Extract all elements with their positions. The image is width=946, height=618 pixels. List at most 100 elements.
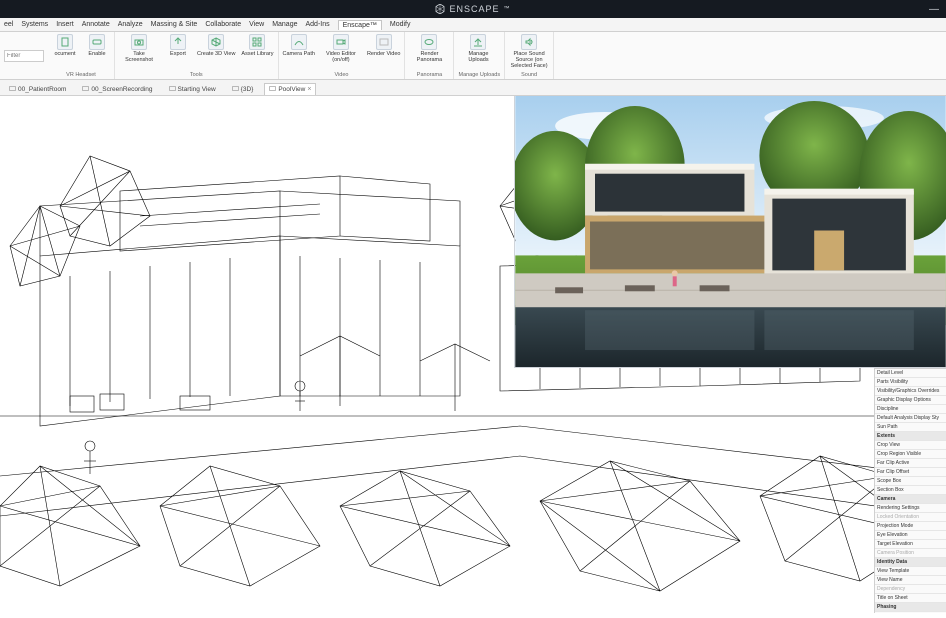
pano-icon	[421, 34, 437, 50]
menu-item-eel[interactable]: eel	[4, 21, 13, 28]
ribbon-item-label: Export	[170, 51, 186, 57]
doc-tab-00-screenrecording[interactable]: 00_ScreenRecording	[77, 83, 157, 95]
ribbon-item-label: Take Screenshot	[119, 51, 159, 63]
ribbon-item-label: Render Panorama	[409, 51, 449, 63]
sound-icon	[521, 34, 537, 50]
ribbon-ocument-button[interactable]: ocument	[52, 34, 78, 57]
prop-eye-elevation[interactable]: Eye Elevation	[875, 531, 946, 540]
ribbon-asset-library-button[interactable]: Asset Library	[241, 34, 273, 57]
prop-camera: Camera	[875, 495, 946, 504]
prop-visibility-graphics-overrides[interactable]: Visibility/Graphics Overrides	[875, 387, 946, 396]
prop-view-name[interactable]: View Name	[875, 576, 946, 585]
window-controls: —	[929, 4, 940, 15]
render-viewport[interactable]	[514, 96, 946, 368]
app-title: ENSCAPE	[449, 4, 499, 14]
prop-parts-visibility[interactable]: Parts Visibility	[875, 378, 946, 387]
menu-item-insert[interactable]: Insert	[56, 21, 74, 28]
prop-identity-data: Identity Data	[875, 558, 946, 567]
ribbon-item-label: Camera Path	[283, 51, 315, 57]
tab-label: 00_ScreenRecording	[91, 86, 152, 93]
ribbon-video-editor-on-off--button[interactable]: Video Editor (on/off)	[321, 34, 361, 63]
menu-item-modify[interactable]: Modify	[390, 21, 411, 28]
ribbon-group-label: Tools	[119, 72, 274, 78]
ribbon-group-sound: Place Sound Source (on Selected Face) Sou…	[505, 32, 554, 79]
menu-item-systems[interactable]: Systems	[21, 21, 48, 28]
ribbon-group-label: Video	[283, 72, 401, 78]
render-icon	[376, 34, 392, 50]
menu-item-analyze[interactable]: Analyze	[118, 21, 143, 28]
prop-rendering-settings[interactable]: Rendering Settings	[875, 504, 946, 513]
prop-crop-region-visible[interactable]: Crop Region Visible	[875, 450, 946, 459]
tab-label: {3D}	[241, 86, 254, 93]
prop-scope-box[interactable]: Scope Box	[875, 477, 946, 486]
prop-dependency: Dependency	[875, 585, 946, 594]
menu-item-add-ins[interactable]: Add-Ins	[305, 21, 329, 28]
ribbon-enable-button[interactable]: Enable	[84, 34, 110, 57]
prop-section-box[interactable]: Section Box	[875, 486, 946, 495]
ribbon-item-label: Video Editor (on/off)	[321, 51, 361, 63]
ribbon-group-panorama: Render PanoramaPanorama	[405, 32, 454, 79]
title-bar: ENSCAPE™ —	[0, 0, 946, 18]
camera-icon	[131, 34, 147, 50]
viewport-workspace: Detail LevelParts VisibilityVisibility/G…	[0, 96, 946, 613]
ribbon-group-vr-headset: ocumentEnableVR Headset	[48, 32, 115, 79]
ribbon-render-video-button[interactable]: Render Video	[367, 34, 401, 57]
ribbon-item-label: ocument	[54, 51, 75, 57]
view-icon	[9, 85, 16, 94]
prop-projection-mode[interactable]: Projection Mode	[875, 522, 946, 531]
doc-icon	[57, 34, 73, 50]
prop-crop-view[interactable]: Crop View	[875, 441, 946, 450]
ribbon-item-label: Create 3D View	[197, 51, 235, 57]
close-tab-icon[interactable]: ×	[307, 86, 311, 93]
ribbon-place-sound-source-on-selected-face--button[interactable]: Place Sound Source (on Selected Face)	[509, 34, 549, 69]
ribbon-take-screenshot-button[interactable]: Take Screenshot	[119, 34, 159, 63]
menu-item-manage[interactable]: Manage	[272, 21, 297, 28]
prop-target-elevation[interactable]: Target Elevation	[875, 540, 946, 549]
menu-item-annotate[interactable]: Annotate	[82, 21, 110, 28]
enscape-logo-icon	[435, 4, 445, 14]
doc-tab-00-patientroom[interactable]: 00_PatientRoom	[4, 83, 71, 95]
prop-view-template[interactable]: View Template	[875, 567, 946, 576]
ribbon-group-label: Sound	[509, 72, 549, 78]
menu-bar: eel Systems Insert Annotate Analyze Massing &…	[0, 18, 946, 32]
doc-tab-poolview[interactable]: PoolView×	[264, 83, 316, 95]
uploads-icon	[470, 34, 486, 50]
prop-default-analysis-display-sty[interactable]: Default Analysis Display Sty	[875, 414, 946, 423]
assets-icon	[249, 34, 265, 50]
view-icon	[169, 85, 176, 94]
ribbon-item-label: Enable	[88, 51, 105, 57]
doc-tab--3d-[interactable]: {3D}	[227, 83, 259, 95]
menu-item-enscape-[interactable]: Enscape™	[338, 20, 382, 30]
ribbon-manage-uploads-button[interactable]: Manage Uploads	[458, 34, 498, 63]
app-logo: ENSCAPE™	[435, 4, 510, 14]
export-icon	[170, 34, 186, 50]
prop-sun-path[interactable]: Sun Path	[875, 423, 946, 432]
ribbon-toolbar: ocumentEnableVR HeadsetTake ScreenshotEx…	[0, 32, 946, 80]
properties-panel[interactable]: Detail LevelParts VisibilityVisibility/G…	[874, 368, 946, 613]
ribbon-item-label: Manage Uploads	[458, 51, 498, 63]
menu-item-massing-site[interactable]: Massing & Site	[151, 21, 198, 28]
prop-detail-level[interactable]: Detail Level	[875, 369, 946, 378]
ribbon-item-label: Render Video	[367, 51, 401, 57]
prop-phasing: Phasing	[875, 603, 946, 612]
view3d-icon	[208, 34, 224, 50]
ribbon-create-3d-view-button[interactable]: Create 3D View	[197, 34, 235, 57]
minimize-button[interactable]: —	[929, 4, 940, 15]
ribbon-group-tools: Take Screenshot Export Create 3D View Asset…	[115, 32, 279, 79]
ribbon-render-panorama-button[interactable]: Render Panorama	[409, 34, 449, 63]
ribbon-camera-path-button[interactable]: Camera Path	[283, 34, 315, 57]
ribbon-item-label: Place Sound Source (on Selected Face)	[509, 51, 549, 69]
menu-item-collaborate[interactable]: Collaborate	[205, 21, 241, 28]
menu-item-view[interactable]: View	[249, 21, 264, 28]
prop-discipline[interactable]: Discipline	[875, 405, 946, 414]
doc-tab-starting-view[interactable]: Starting View	[164, 83, 221, 95]
prop-far-clip-offset[interactable]: Far Clip Offset	[875, 468, 946, 477]
prop-graphic-display-options[interactable]: Graphic Display Options	[875, 396, 946, 405]
ribbon-export-button[interactable]: Export	[165, 34, 191, 57]
prop-far-clip-active[interactable]: Far Clip Active	[875, 459, 946, 468]
prop-title-on-sheet[interactable]: Title on Sheet	[875, 594, 946, 603]
tab-label: Starting View	[178, 86, 216, 93]
filter-input[interactable]	[4, 50, 44, 62]
view-icon	[82, 85, 89, 94]
vr-icon	[89, 34, 105, 50]
